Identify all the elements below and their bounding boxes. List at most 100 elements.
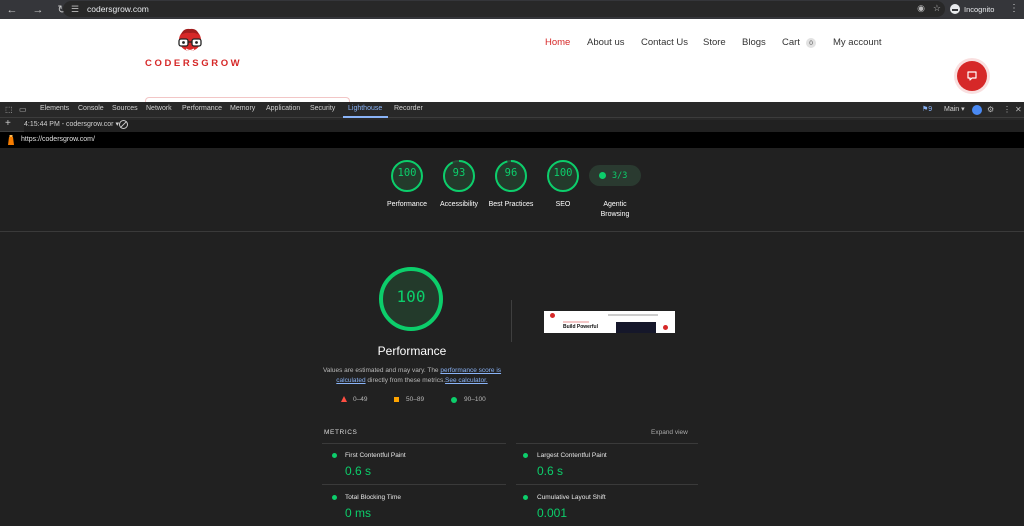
legend-fail: 0–49 <box>353 396 368 403</box>
thumb-nav <box>608 314 658 316</box>
legend-pass: 90–100 <box>464 396 486 403</box>
device-toolbar-icon[interactable]: ▭ <box>19 105 27 114</box>
nav-my-account[interactable]: My account <box>833 37 882 48</box>
new-report-icon[interactable]: + <box>5 118 11 129</box>
tab-sources[interactable]: Sources <box>112 105 138 112</box>
nav-home[interactable]: Home <box>545 37 570 48</box>
section-divider <box>0 231 1024 232</box>
tab-performance[interactable]: Performance <box>182 105 222 112</box>
eye-off-icon[interactable]: ◉ <box>917 3 925 14</box>
site-logo[interactable]: CODERSGROW <box>145 27 243 71</box>
metric-tbt-label: Total Blocking Time <box>345 494 401 501</box>
thumb-hero-image <box>616 322 656 333</box>
see-calculator-link[interactable]: See calculator. <box>445 377 488 384</box>
nav-cart[interactable]: Cart <box>782 37 800 48</box>
chat-button[interactable] <box>957 61 987 91</box>
tab-console[interactable]: Console <box>78 105 104 112</box>
tab-memory[interactable]: Memory <box>230 105 255 112</box>
chat-bubble-icon <box>967 71 977 81</box>
metrics-rule <box>322 484 506 485</box>
legend-average: 50–89 <box>406 396 425 403</box>
report-url-row: https://codersgrow.com/ <box>0 132 1024 148</box>
performance-score: 100 <box>397 167 417 179</box>
final-screenshot-thumbnail[interactable]: Build Powerful <box>544 311 675 333</box>
metric-lcp-label: Largest Contentful Paint <box>537 452 607 459</box>
metrics-rule <box>516 443 698 444</box>
tab-security[interactable]: Security <box>310 105 335 112</box>
performance-big-score: 100 <box>396 287 426 306</box>
metric-pass-dot-icon <box>523 453 528 458</box>
site-settings-icon[interactable]: ☰ <box>69 3 81 15</box>
ai-assistance-icon[interactable] <box>972 105 982 115</box>
tab-recorder[interactable]: Recorder <box>394 105 423 112</box>
pass-dot-icon <box>599 172 606 179</box>
seo-score: 100 <box>553 167 573 179</box>
metrics-rule <box>516 484 698 485</box>
metric-tbt-value: 0 ms <box>345 506 372 520</box>
thumb-badge <box>563 321 589 323</box>
thumb-logo <box>550 313 555 318</box>
incognito-indicator[interactable]: Incognito <box>950 2 994 16</box>
browser-toolbar: ← → ↻ ☰ codersgrow.com ◉ ☆ Incognito ⋮ <box>0 0 1024 19</box>
accessibility-score: 93 <box>452 167 466 179</box>
note-middle: directly from these metrics. <box>365 377 446 384</box>
report-url[interactable]: https://codersgrow.com/ <box>21 136 95 143</box>
back-icon[interactable]: ← <box>4 2 20 18</box>
tab-network[interactable]: Network <box>146 105 172 112</box>
more-options-icon[interactable]: ⋮ <box>1003 105 1011 114</box>
address-url[interactable]: codersgrow.com <box>87 4 149 14</box>
context-label: Main <box>944 106 960 113</box>
performance-title: Performance <box>377 344 447 358</box>
metric-pass-dot-icon <box>332 453 337 458</box>
tab-lighthouse[interactable]: Lighthouse <box>348 105 382 112</box>
metric-pass-dot-icon <box>332 495 337 500</box>
metric-fcp-value: 0.6 s <box>345 464 372 478</box>
estimation-note: Values are estimated and may vary. The p… <box>322 366 502 386</box>
vertical-divider <box>511 300 512 342</box>
metrics-rule <box>322 443 506 444</box>
nav-about-us[interactable]: About us <box>587 37 625 48</box>
seo-label: SEO <box>555 201 571 208</box>
expand-view-toggle[interactable]: Expand view <box>651 429 688 436</box>
issues-count: 9 <box>928 106 933 113</box>
inspect-element-icon[interactable]: ⬚ <box>5 105 13 114</box>
bookmark-star-icon[interactable]: ☆ <box>933 3 941 14</box>
settings-gear-icon[interactable]: ⚙ <box>987 105 994 114</box>
best-practices-score: 96 <box>504 167 518 179</box>
issues-badge[interactable]: ⚑9 <box>922 105 932 113</box>
context-selector[interactable]: Main ▾ <box>944 105 965 113</box>
average-square-icon <box>394 397 399 402</box>
accessibility-label: Accessibility <box>439 201 479 208</box>
tab-application[interactable]: Application <box>266 105 300 112</box>
forward-icon[interactable]: → <box>30 2 46 18</box>
incognito-label: Incognito <box>964 4 995 14</box>
address-bar[interactable]: ☰ codersgrow.com ◉ ☆ <box>63 1 945 17</box>
metrics-heading: METRICS <box>324 429 358 436</box>
clear-reports-icon[interactable] <box>119 120 128 129</box>
report-selector-label: 4:15:44 PM - codersgrow.cor <box>24 121 114 128</box>
incognito-icon <box>950 4 960 14</box>
agentic-browsing-label: Agentic Browsing <box>600 201 630 218</box>
website-viewport: CODERSGROW Home About us Contact Us Stor… <box>0 19 1024 102</box>
best-practices-label: Best Practices <box>488 201 534 208</box>
close-devtools-icon[interactable]: ✕ <box>1015 105 1022 114</box>
lighthouse-toolbar: + 4:15:44 PM - codersgrow.cor ▾ <box>0 118 1024 498</box>
fail-triangle-icon <box>341 396 347 402</box>
metric-cls-value: 0.001 <box>537 506 568 520</box>
logo-wordmark: CODERSGROW <box>145 58 243 69</box>
performance-label: Performance <box>386 201 428 208</box>
nav-contact-us[interactable]: Contact Us <box>641 37 688 48</box>
thumb-chat-button <box>663 325 668 330</box>
cart-count-badge: 0 <box>806 38 816 48</box>
nav-store[interactable]: Store <box>703 37 726 48</box>
metric-pass-dot-icon <box>523 495 528 500</box>
nav-blogs[interactable]: Blogs <box>742 37 766 48</box>
metric-cls-label: Cumulative Layout Shift <box>537 494 606 501</box>
browser-menu-icon[interactable]: ⋮ <box>1009 3 1019 14</box>
devtools-tabbar: ⬚ ▭ Elements Console Sources Network Per… <box>0 102 1024 118</box>
coder-mascot-icon <box>178 28 202 52</box>
pass-circle-icon <box>451 397 457 403</box>
agentic-browsing-score: 3/3 <box>612 171 628 181</box>
tab-elements[interactable]: Elements <box>40 105 69 112</box>
metric-lcp-value: 0.6 s <box>537 464 564 478</box>
